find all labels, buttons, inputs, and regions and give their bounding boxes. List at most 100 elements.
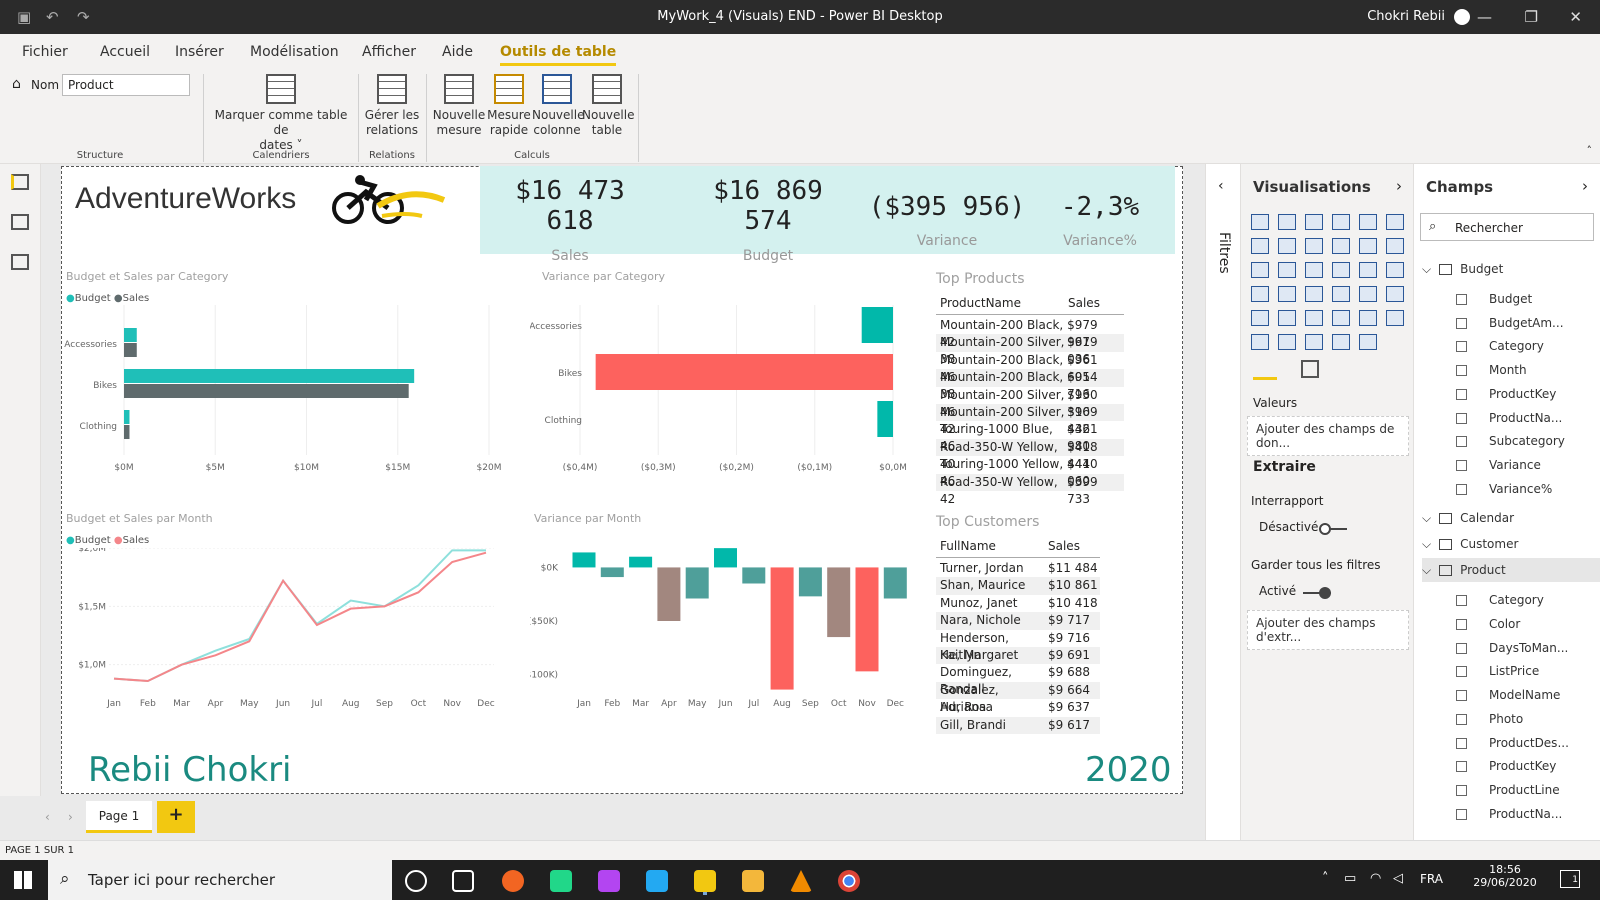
customer-row[interactable]: Dominguez, Randall $9 688 [936, 664, 1100, 696]
wifi-icon[interactable]: ◠ [1370, 871, 1381, 886]
paginated-icon[interactable] [1332, 334, 1350, 350]
line-column-stacked-icon[interactable] [1359, 238, 1377, 254]
python-visual-icon[interactable] [1359, 310, 1377, 326]
fields-search-input[interactable]: Rechercher [1455, 221, 1523, 235]
waterfall-icon[interactable] [1251, 262, 1269, 278]
stacked-column-icon[interactable] [1278, 214, 1296, 230]
customer-row[interactable]: Shan, Maurice $10 861 [936, 577, 1100, 595]
customer-row[interactable]: Hu, Rosa $9 637 [936, 699, 1100, 716]
drillthrough-drop-zone[interactable]: Ajouter des champs d'extr... [1247, 610, 1409, 650]
product-row[interactable]: Mountain-200 Silver, 46 $930 316 [936, 387, 1124, 419]
vscode-icon[interactable] [646, 870, 668, 892]
fields-search[interactable]: ⌕ Rechercher [1420, 213, 1594, 241]
collapse-ribbon-icon[interactable]: ˄ [1587, 144, 1593, 157]
field-budgetam-[interactable]: BudgetAm... [1456, 316, 1564, 330]
100-column-icon[interactable] [1386, 214, 1404, 230]
vlc-icon[interactable] [790, 870, 812, 892]
table-calendar[interactable]: ⌵ Calendar [1422, 511, 1514, 526]
field-month[interactable]: Month [1456, 363, 1527, 377]
gauge-icon[interactable] [1305, 286, 1323, 302]
stacked-area-icon[interactable] [1305, 238, 1323, 254]
language-indicator[interactable]: FRA [1420, 872, 1443, 886]
chrome-icon[interactable] [838, 870, 860, 892]
chart-budget-sales-category[interactable]: $0M $5M $10M $15M $20M Accessories Bikes Clothi… [62, 300, 512, 490]
chart-variance-month[interactable]: $0K ($50K) ($100K) Jan Feb Mar Apr May Jun Jul Aug… [530, 538, 930, 728]
powerbi-icon[interactable] [694, 870, 716, 892]
map-icon[interactable] [1251, 286, 1269, 302]
clock[interactable]: 18:56 29/06/2020 [1470, 863, 1540, 889]
clustered-column-icon[interactable] [1332, 214, 1350, 230]
r-visual-icon[interactable] [1332, 310, 1350, 326]
customer-row[interactable]: Nara, Nichole $9 717 [936, 612, 1100, 630]
product-row[interactable]: Mountain-200 Silver, 38 $979 036 [936, 334, 1124, 366]
product-row[interactable]: Touring-1000 Blue, 46 $421 980 [936, 421, 1124, 453]
field-productkey[interactable]: ProductKey [1456, 759, 1556, 773]
menu-afficher[interactable]: Afficher [362, 44, 416, 60]
data-view-icon[interactable] [11, 214, 29, 230]
menu-modelisation[interactable]: Modélisation [250, 44, 339, 60]
volume-icon[interactable]: ◁ [1393, 871, 1403, 886]
file-explorer-icon[interactable] [742, 870, 764, 892]
more-icon[interactable] [1359, 334, 1377, 350]
webstorm-icon[interactable] [550, 870, 572, 892]
field-productkey[interactable]: ProductKey [1456, 387, 1556, 401]
ribbon-icon[interactable] [1386, 238, 1404, 254]
postman-icon[interactable] [502, 870, 524, 892]
product-row[interactable]: Road-350-W Yellow, 42 $399 733 [936, 473, 1124, 506]
report-view-icon[interactable] [11, 174, 29, 190]
expand-filters-icon[interactable]: ‹ [1218, 178, 1224, 194]
phpstorm-icon[interactable] [598, 870, 620, 892]
field-variance[interactable]: Variance [1456, 458, 1541, 472]
slicer-icon[interactable] [1251, 310, 1269, 326]
field-listprice[interactable]: ListPrice [1456, 664, 1539, 678]
product-row[interactable]: Road-350-W Yellow, 40 $418 444 [936, 438, 1124, 471]
field-daystoman-[interactable]: DaysToMan... [1456, 641, 1568, 655]
stacked-bar-icon[interactable] [1251, 214, 1269, 230]
product-row[interactable]: Mountain-200 Black, 38 $954 716 [936, 369, 1124, 401]
customer-row[interactable]: He, Margaret $9 691 [936, 646, 1100, 665]
viz-collapse-icon[interactable]: › [1396, 177, 1402, 195]
manage-relations-button[interactable]: Gérer les relations [362, 74, 422, 138]
mark-date-table-button[interactable]: Marquer comme table de dates ˅ [210, 74, 352, 153]
menu-aide[interactable]: Aide [442, 44, 473, 60]
values-drop-zone[interactable]: Ajouter des champs de don... [1247, 416, 1409, 456]
field-color[interactable]: Color [1456, 617, 1520, 631]
add-page-button[interactable]: + [157, 801, 195, 833]
menu-accueil[interactable]: Accueil [100, 44, 150, 60]
field-category[interactable]: Category [1456, 339, 1544, 353]
customer-row[interactable]: Henderson, Kaitlyn $9 716 [936, 630, 1100, 662]
customer-row[interactable]: Turner, Jordan $11 484 [936, 560, 1100, 577]
smart-narrative-icon[interactable] [1305, 334, 1323, 350]
close-icon[interactable]: ✕ [1569, 8, 1582, 26]
fields-collapse-icon[interactable]: › [1582, 177, 1588, 195]
funnel-icon[interactable] [1278, 262, 1296, 278]
tray-chevron-icon[interactable]: ˄ [1322, 871, 1329, 886]
field-variance-[interactable]: Variance% [1456, 482, 1552, 496]
key-influencers-icon[interactable] [1386, 310, 1404, 326]
minimize-icon[interactable]: — [1477, 8, 1492, 26]
cross-report-toggle[interactable] [1319, 523, 1347, 535]
quick-measure-button[interactable]: Mesure rapide [486, 74, 532, 138]
table-product[interactable]: ⌵ Product [1422, 558, 1600, 583]
taskbar-search[interactable]: ⌕ Taper ici pour rechercher [48, 860, 392, 900]
menu-inserer[interactable]: Insérer [175, 44, 224, 60]
page-tab-1[interactable]: Page 1 [86, 801, 152, 833]
donut-icon[interactable] [1359, 262, 1377, 278]
new-column-button[interactable]: Nouvelle colonne [532, 74, 584, 138]
pie-icon[interactable] [1332, 262, 1350, 278]
field-subcategory[interactable]: Subcategory [1456, 434, 1565, 448]
keep-filters-toggle[interactable] [1303, 587, 1331, 599]
field-photo[interactable]: Photo [1456, 712, 1523, 726]
qa-icon[interactable] [1278, 334, 1296, 350]
area-icon[interactable] [1278, 238, 1296, 254]
line-column-icon[interactable] [1332, 238, 1350, 254]
field-productdes-[interactable]: ProductDes... [1456, 736, 1569, 750]
notification-icon[interactable]: 1 [1560, 870, 1580, 888]
model-view-icon[interactable] [11, 254, 29, 270]
line-icon[interactable] [1251, 238, 1269, 254]
battery-icon[interactable]: ▭ [1344, 871, 1356, 886]
top-products-table[interactable]: ProductName Sales Mountain-200 Black, 42 $… [936, 296, 1124, 506]
field-productline[interactable]: ProductLine [1456, 783, 1560, 797]
field-category[interactable]: Category [1456, 593, 1544, 607]
cortana-icon[interactable] [405, 870, 427, 892]
